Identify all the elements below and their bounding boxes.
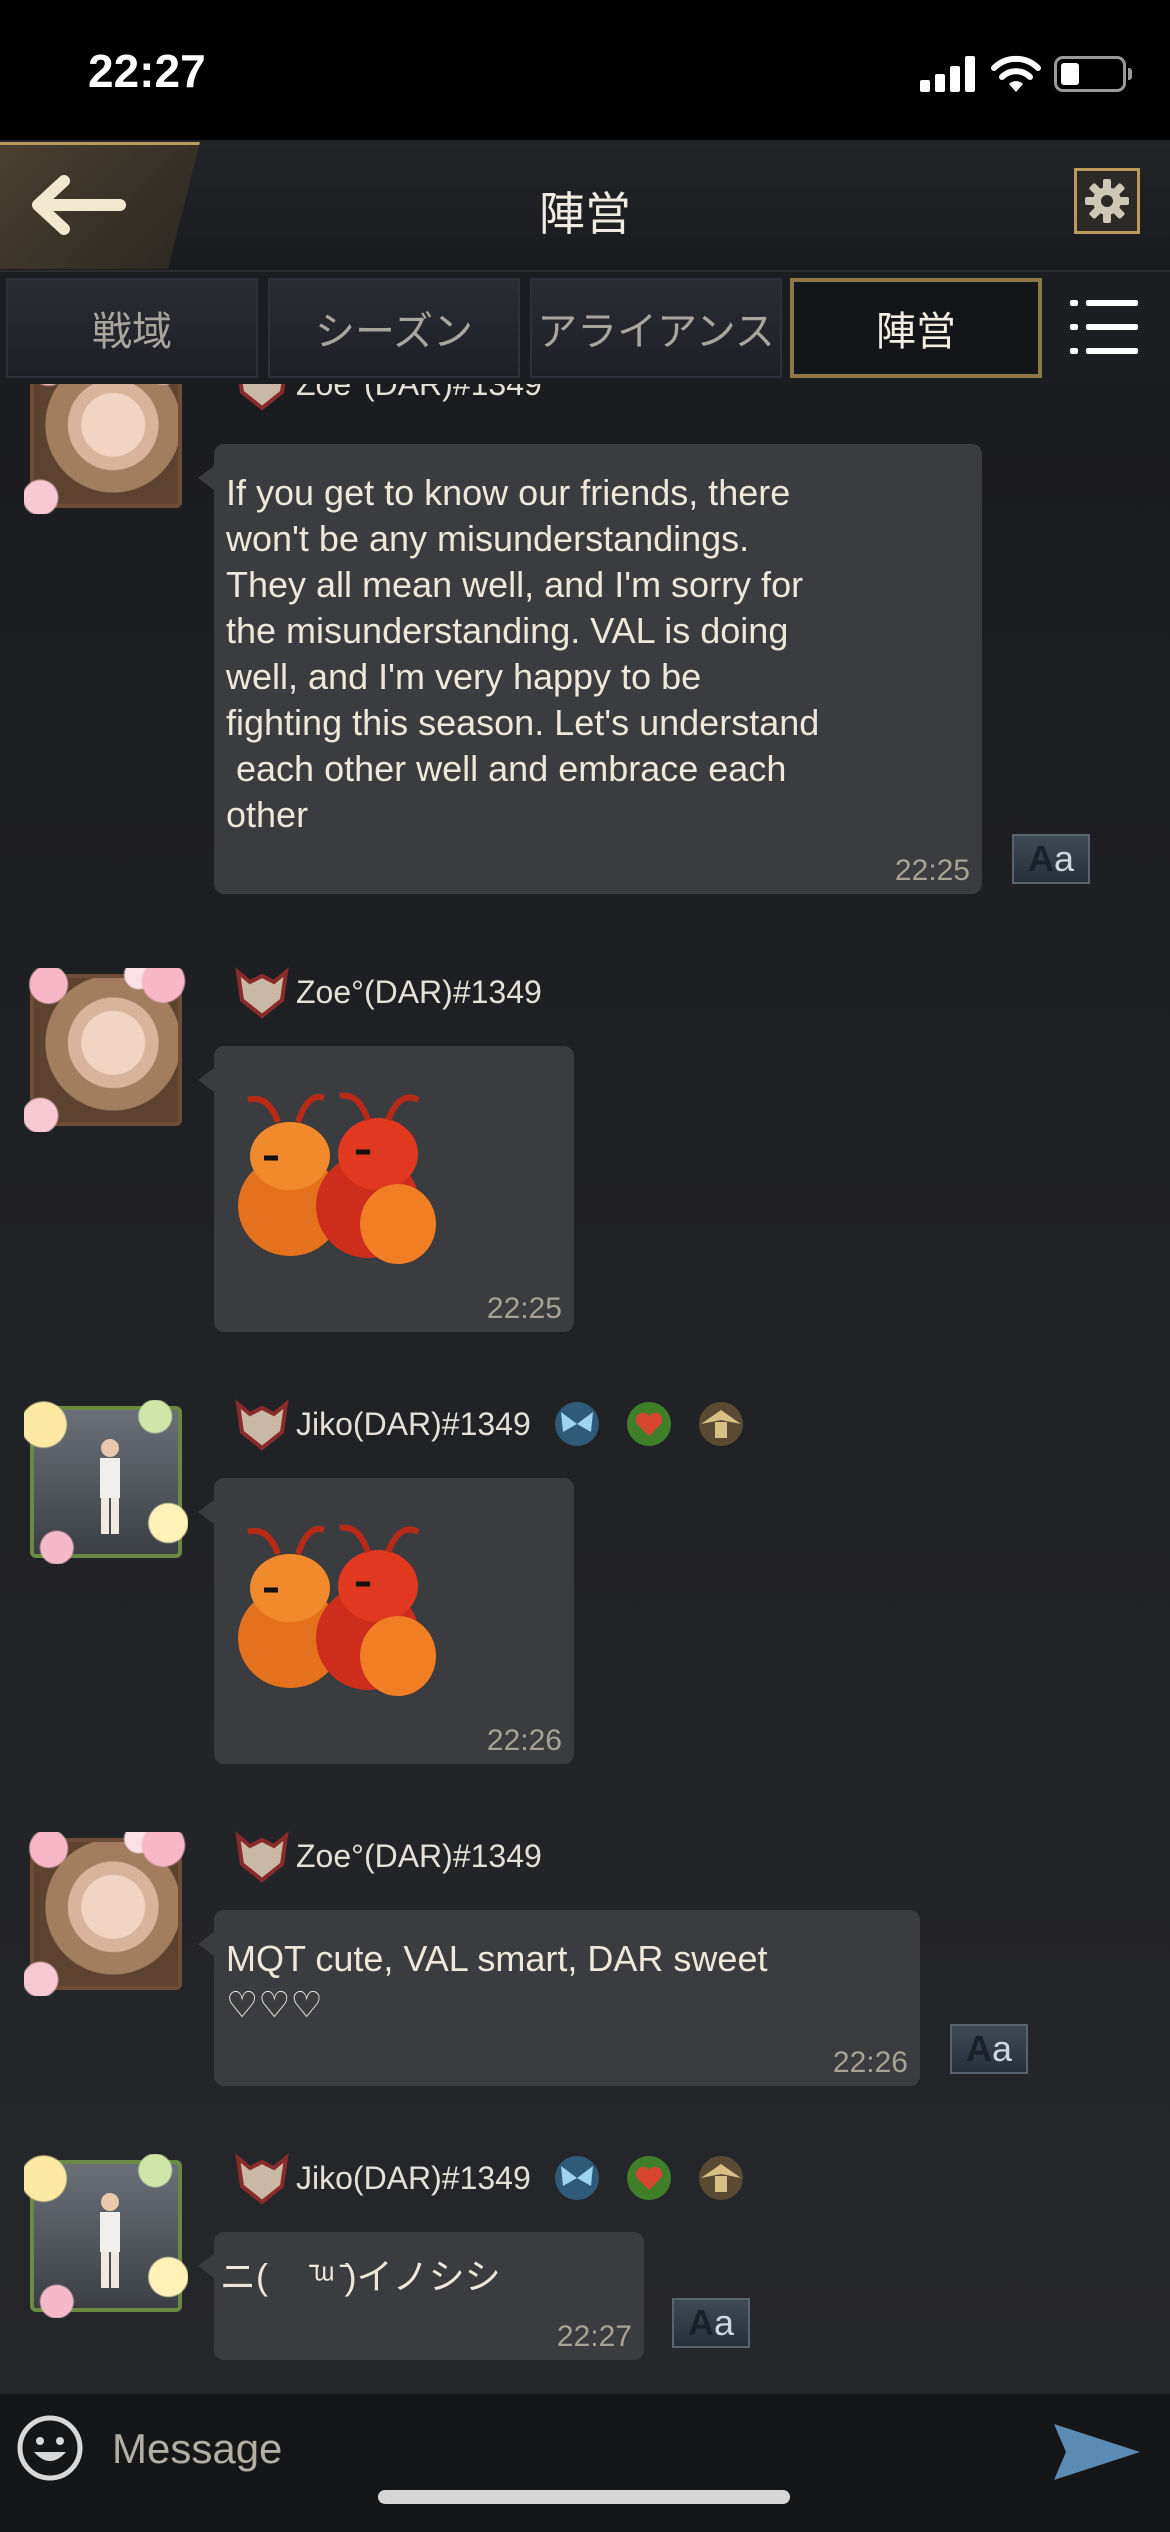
- heart-wreath-badge-icon: [626, 1402, 671, 1446]
- boar-rank-icon: [238, 384, 286, 411]
- message-bubble[interactable]: If you get to know our friends, there wo…: [198, 444, 982, 894]
- sender-name: Jiko(DAR)#1349: [296, 1405, 531, 1442]
- translate-button[interactable]: Aa: [950, 2024, 1028, 2074]
- tab-bar: 戦域 シーズン アライアンス 陣営: [0, 274, 1170, 382]
- message-bubble[interactable]: ニ( ̄ᵚ ̄)イノシシ 22:27: [198, 2232, 644, 2360]
- ants-hug-sticker: [238, 1524, 436, 1696]
- eagle-badge-icon: [698, 1402, 743, 1446]
- sender-row: Zoe°(DAR)#1349: [232, 962, 542, 1022]
- wifi-icon: [991, 55, 1041, 92]
- message-text: MQT cute, VAL smart, DAR sweet ♡♡♡: [226, 1938, 768, 2025]
- message-input[interactable]: [110, 2412, 1014, 2486]
- cellular-signal-icon: [920, 56, 976, 92]
- sender-name: Zoe°(DAR)#1349: [296, 973, 542, 1010]
- sender-row: Zoe°(DAR)#1349: [232, 384, 542, 414]
- avatar[interactable]: [24, 1400, 188, 1564]
- butterfly-badge-icon: [554, 2156, 599, 2200]
- translate-label-a: A: [965, 2028, 992, 2069]
- sender-name: Jiko(DAR)#1349: [296, 2159, 531, 2196]
- page-title: 陣営: [539, 188, 631, 240]
- message-time: 22:26: [486, 1724, 562, 1757]
- status-bar: 22:27: [0, 0, 1170, 140]
- translate-label-b: a: [713, 2302, 735, 2343]
- message-time: 22:25: [894, 854, 970, 887]
- translate-label-b: a: [1053, 838, 1075, 879]
- sticker-bubble[interactable]: 22:26: [198, 1478, 574, 1764]
- header: 陣営: [0, 140, 1170, 272]
- chat-messages[interactable]: Zoe°(DAR)#1349 If you get to know our fr…: [0, 384, 1170, 2394]
- tab-alliance[interactable]: アライアンス: [530, 278, 782, 378]
- translate-label-b: a: [991, 2028, 1013, 2069]
- sender-name: Zoe°(DAR)#1349: [296, 1837, 542, 1874]
- sender-row: Zoe°(DAR)#1349: [232, 1826, 542, 1886]
- tab-faction[interactable]: 陣営: [790, 278, 1042, 378]
- ants-hug-sticker: [238, 1092, 436, 1264]
- emoji-icon[interactable]: [16, 2414, 84, 2482]
- message-text: If you get to know our friends, there wo…: [226, 472, 820, 835]
- message-time: 22:26: [832, 2046, 908, 2079]
- translate-label-a: A: [687, 2302, 714, 2343]
- avatar[interactable]: [24, 1832, 188, 1996]
- tab-label: 戦域: [92, 310, 172, 354]
- message-input-bar: [0, 2394, 1170, 2532]
- tab-label: アライアンス: [537, 310, 775, 354]
- translate-button[interactable]: Aa: [1012, 834, 1090, 884]
- battery-icon: [1054, 56, 1132, 92]
- message-time: 22:25: [486, 1292, 562, 1325]
- eagle-badge-icon: [698, 2156, 743, 2200]
- status-time: 22:27: [88, 45, 206, 97]
- translate-label-a: A: [1027, 838, 1054, 879]
- avatar[interactable]: [24, 968, 188, 1132]
- translate-button[interactable]: Aa: [672, 2298, 750, 2348]
- menu-button[interactable]: [1070, 300, 1138, 356]
- message-bubble[interactable]: MQT cute, VAL smart, DAR sweet ♡♡♡ 22:26: [198, 1910, 920, 2086]
- avatar[interactable]: [24, 2154, 188, 2318]
- send-icon[interactable]: [1052, 2422, 1142, 2482]
- boar-rank-icon: [235, 967, 289, 1019]
- sender-row: Jiko(DAR)#1349: [232, 1394, 747, 1454]
- heart-wreath-badge-icon: [626, 2156, 671, 2200]
- message-text: ニ( ̄ᵚ ̄)イノシシ: [220, 2256, 501, 2297]
- gear-icon: [1085, 179, 1129, 223]
- tab-theater[interactable]: 戦域: [6, 278, 258, 378]
- settings-button[interactable]: [1074, 168, 1140, 234]
- boar-rank-icon: [235, 1831, 289, 1883]
- tab-label: 陣営: [876, 310, 956, 354]
- tab-label: シーズン: [315, 310, 473, 354]
- sender-name: Zoe°(DAR)#1349: [296, 384, 542, 403]
- message-time: 22:27: [556, 2320, 632, 2353]
- avatar[interactable]: [24, 384, 188, 514]
- sticker-bubble[interactable]: 22:25: [198, 1046, 574, 1332]
- tab-season[interactable]: シーズン: [268, 278, 520, 378]
- sender-row: Jiko(DAR)#1349: [232, 2148, 747, 2208]
- boar-rank-icon: [235, 2153, 289, 2205]
- butterfly-badge-icon: [554, 1402, 599, 1446]
- boar-rank-icon: [235, 1399, 289, 1451]
- home-indicator: [378, 2490, 790, 2504]
